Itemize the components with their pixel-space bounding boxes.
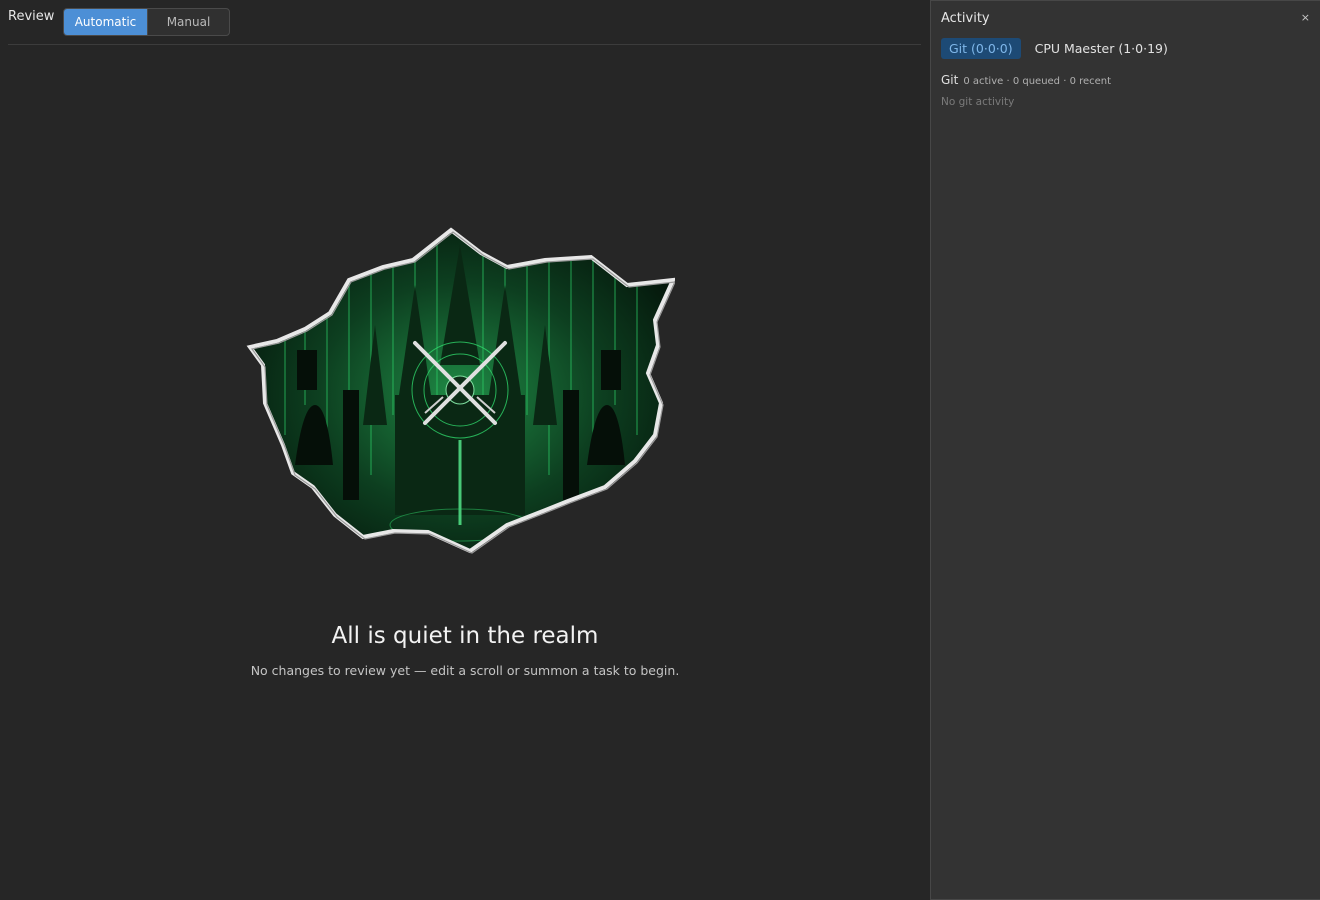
activity-tabs: Git (0·0·0) CPU Maester (1·0·19) [941, 38, 1182, 59]
review-title: Review [8, 9, 55, 24]
automatic-mode-button[interactable]: Automatic [64, 9, 148, 35]
manual-mode-button[interactable]: Manual [148, 9, 229, 35]
activity-panel: Activity × Git (0·0·0) CPU Maester (1·0·… [930, 0, 1320, 900]
git-section-heading: Git 0 active · 0 queued · 0 recent [941, 73, 1111, 87]
empty-state-subtitle: No changes to review yet — edit a scroll… [250, 663, 680, 678]
app-window: Review Automatic Manual All is quiet in … [0, 0, 1320, 900]
empty-state: All is quiet in the realm No changes to … [230, 220, 700, 690]
activity-title: Activity [941, 11, 990, 26]
tab-git[interactable]: Git (0·0·0) [941, 38, 1021, 59]
empty-state-title: All is quiet in the realm [331, 623, 599, 649]
close-icon[interactable]: × [1301, 11, 1310, 24]
review-mode-toggle: Automatic Manual [63, 8, 230, 36]
tab-cpu-maester[interactable]: CPU Maester (1·0·19) [1027, 38, 1176, 59]
git-stats: 0 active · 0 queued · 0 recent [963, 76, 1112, 87]
review-pane: Review Automatic Manual All is quiet in … [0, 0, 930, 900]
git-empty-message: No git activity [941, 96, 1015, 108]
realm-illustration [246, 227, 675, 554]
review-header: Review Automatic Manual [8, 0, 921, 45]
git-section-label: Git [941, 73, 959, 87]
